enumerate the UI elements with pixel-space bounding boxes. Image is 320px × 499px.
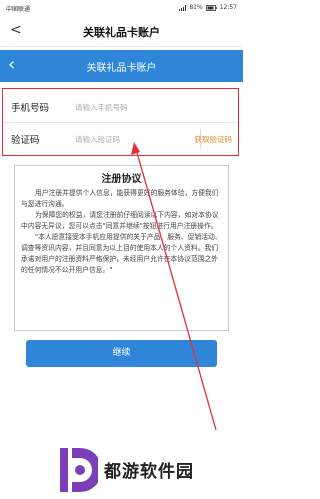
continue-button[interactable]: 继续 [26,340,217,367]
status-right: 81% 12:57 [179,4,237,11]
web-page-title: 关联礼品卡账户 [86,63,157,74]
carrier-label: 中国联通 [6,6,31,13]
battery-icon [205,4,217,11]
phone-row: 手机号码 请输入手机号码 [3,91,238,123]
agreement-box: 注册协议 用户注册并提供个人信息，能获得更好的服务体验，方便我们与您进行沟通。 … [14,165,229,331]
code-row: 验证码 请输入验证码 获取验证码 [3,123,238,155]
phone-input[interactable]: 请输入手机号码 [75,102,128,113]
agreement-paragraph: 用户注册并提供个人信息，能获得更好的服务体验，方便我们与您进行沟通。 [21,189,219,208]
signal-icon [179,4,187,11]
code-label: 验证码 [11,135,40,146]
time-label: 12:57 [219,4,237,11]
page-title: 关联礼品卡账户 [83,26,160,39]
agreement-title: 注册协议 [101,174,142,185]
login-form: 手机号码 请输入手机号码 验证码 请输入验证码 获取验证码 [2,88,239,156]
phone-label: 手机号码 [11,103,50,114]
get-code-button[interactable]: 获取验证码 [195,134,233,145]
app-header: < 关联礼品卡账户 [0,15,243,47]
web-header: ‹ 关联礼品卡账户 [0,50,243,82]
agreement-paragraph: 为保障您的权益，请您注册前仔细阅读以下内容，如对本协议中内容无异议，您可以点击"… [21,211,219,230]
watermark: 都游软件园 [0,442,243,499]
code-input[interactable]: 请输入验证码 [75,134,120,145]
status-bar: 中国联通 81% 12:57 [0,0,243,15]
watermark-text: 都游软件园 [104,462,194,482]
battery-label: 81% [189,4,203,11]
site-logo-icon [60,448,98,492]
agreement-paragraph: "本人愿意接受本手机应用提供的关于产品、服务、促销活动、调查等资讯内容，并且同意… [21,233,222,274]
